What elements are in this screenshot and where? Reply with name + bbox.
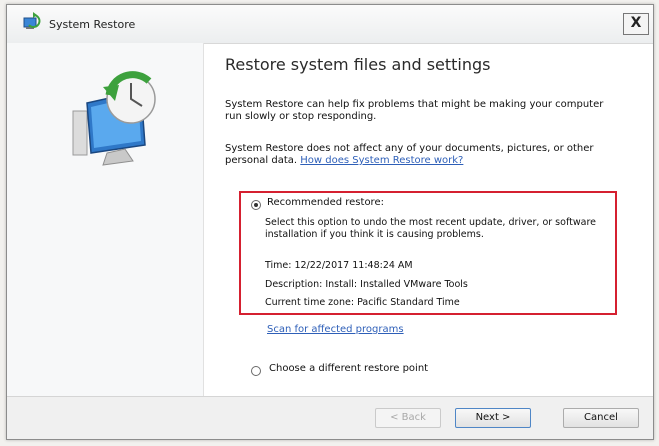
page-title: Restore system files and settings — [225, 55, 491, 74]
intro-paragraph: System Restore can help fix problems tha… — [225, 99, 604, 122]
content-area: Restore system files and settings System… — [225, 43, 645, 399]
system-restore-window: System Restore X Restore system files an… — [6, 4, 654, 440]
sidebar-panel — [7, 43, 204, 399]
next-button[interactable]: Next > — [455, 408, 531, 428]
button-bar: < Back Next > Cancel — [7, 396, 653, 439]
system-restore-illustration — [72, 71, 156, 166]
recommended-restore-box: Recommended restore: Select this option … — [239, 191, 617, 315]
title-bar: System Restore X — [7, 5, 653, 44]
recommended-restore-radio[interactable] — [251, 200, 261, 210]
window-title: System Restore — [49, 18, 136, 31]
system-restore-icon — [23, 12, 41, 29]
choose-restore-point-label[interactable]: Choose a different restore point — [269, 363, 428, 374]
restore-timezone: Current time zone: Pacific Standard Time — [265, 297, 460, 308]
recommended-restore-label[interactable]: Recommended restore: — [267, 197, 384, 208]
scan-affected-programs-link[interactable]: Scan for affected programs — [267, 324, 404, 335]
back-button[interactable]: < Back — [375, 408, 441, 428]
restore-description: Description: Install: Installed VMware T… — [265, 279, 468, 290]
cancel-button[interactable]: Cancel — [563, 408, 639, 428]
info-paragraph: System Restore does not affect any of yo… — [225, 143, 615, 167]
recommended-restore-description: Select this option to undo the most rece… — [265, 217, 596, 240]
how-it-works-link[interactable]: How does System Restore work? — [300, 155, 463, 166]
choose-restore-point-radio[interactable] — [251, 366, 261, 376]
close-button[interactable]: X — [623, 13, 649, 35]
restore-time: Time: 12/22/2017 11:48:24 AM — [265, 260, 413, 271]
